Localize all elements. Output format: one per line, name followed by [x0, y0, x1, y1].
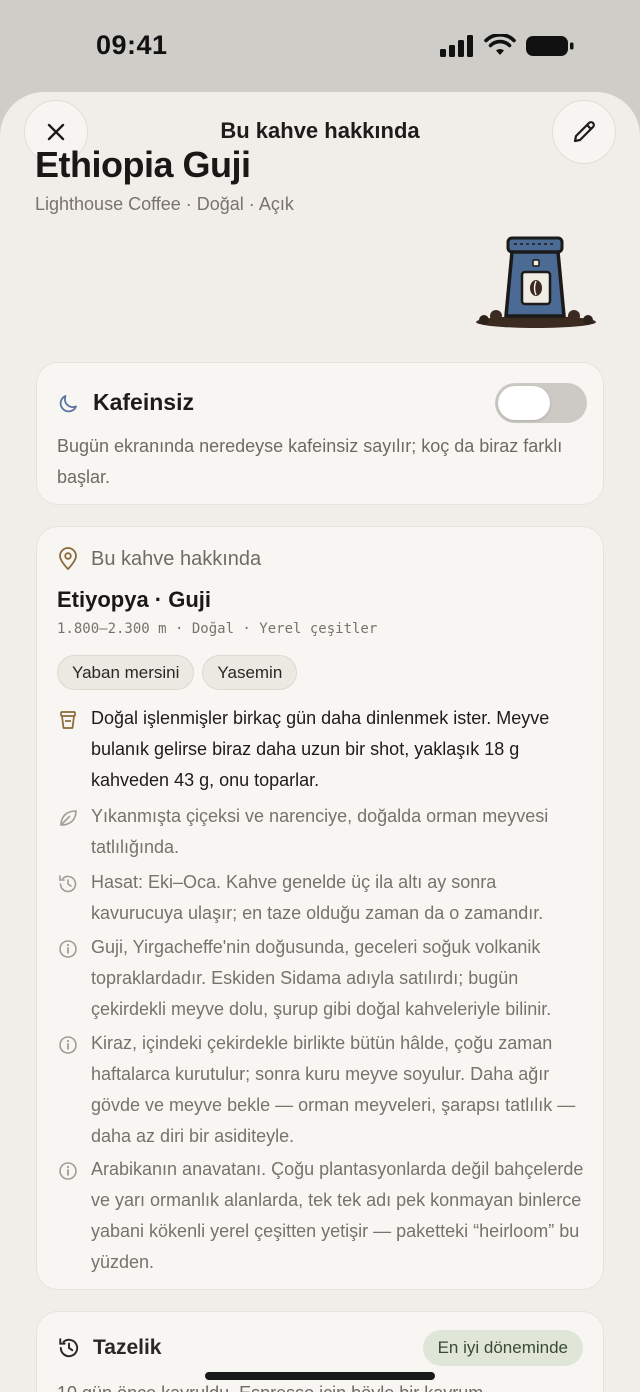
moon-icon	[59, 394, 77, 412]
leaf-icon	[60, 810, 77, 826]
sheet-title: Bu kahve hakkında	[220, 118, 420, 143]
decaf-title: Kafeinsiz	[93, 389, 194, 415]
pencil-icon	[573, 121, 595, 143]
note-text: Guji, Yirgacheffe'nin doğusunda, geceler…	[91, 937, 552, 1019]
coffee-bag-illustration	[476, 236, 596, 328]
decaf-toggle[interactable]	[495, 383, 587, 423]
info-icon	[59, 1036, 77, 1054]
coffee-name: Ethiopia Guji	[35, 144, 251, 185]
region-note: Guji, Yirgacheffe'nin doğusunda, geceler…	[57, 932, 592, 1025]
status-icons	[440, 34, 574, 58]
signal-icon	[440, 35, 473, 57]
natural-process-note: Kiraz, içindeki çekirdekle birlikte bütü…	[57, 1028, 592, 1152]
origin-details: 1.800–2.300 m · Doğal · Yerel çeşitler	[57, 621, 378, 637]
flavor-tag: Yaban mersini	[57, 655, 195, 690]
grinder-icon	[60, 711, 76, 729]
process-note: Yıkanmışta çiçeksi ve narenciye, doğalda…	[57, 801, 592, 863]
info-icon	[59, 940, 77, 958]
wifi-icon	[484, 34, 516, 55]
freshness-description: 10 gün önce kavruldu. Espresso için böyl…	[57, 1378, 577, 1392]
note-text: Kiraz, içindeki çekirdekle birlikte bütü…	[91, 1033, 576, 1146]
coffee-meta: Lighthouse Coffee · Doğal · Açık	[35, 194, 294, 214]
note-text: Arabikanın anavatanı. Çoğu plantasyonlar…	[91, 1159, 584, 1272]
edit-button[interactable]	[552, 100, 616, 164]
info-icon	[59, 1162, 77, 1180]
freshness-header: Tazelik	[57, 1336, 161, 1360]
freshness-badge: En iyi döneminde	[422, 1330, 583, 1366]
harvest-note: Hasat: Eki–Oca. Kahve genelde üç ila alt…	[57, 867, 592, 929]
decaf-card: Kafeinsiz Bugün ekranında neredeyse kafe…	[36, 362, 604, 505]
flavor-tag: Yasemin	[202, 655, 298, 690]
brew-tip-note: Doğal işlenmişler birkaç gün daha dinlen…	[57, 703, 592, 796]
location-pin-icon	[59, 547, 77, 571]
history-icon	[59, 875, 77, 893]
freshness-title: Tazelik	[93, 1336, 162, 1359]
about-card: Bu kahve hakkında Etiyopya · Guji 1.800–…	[36, 526, 604, 1290]
status-bar: 09:41	[0, 0, 640, 92]
origin-title: Etiyopya · Guji	[57, 587, 212, 612]
toggle-knob	[498, 386, 550, 420]
note-text: Yıkanmışta çiçeksi ve narenciye, doğalda…	[91, 806, 549, 857]
decaf-header: Kafeinsiz	[57, 389, 194, 416]
decaf-description: Bugün ekranında neredeyse kafeinsiz sayı…	[57, 436, 563, 487]
history-icon	[59, 1338, 79, 1358]
home-indicator	[205, 1372, 435, 1380]
note-text: Hasat: Eki–Oca. Kahve genelde üç ila alt…	[91, 872, 544, 923]
about-header: Bu kahve hakkında	[57, 547, 261, 571]
battery-icon	[526, 36, 574, 56]
flavor-tags: Yaban mersini Yasemin	[57, 655, 298, 690]
status-time: 09:41	[96, 30, 168, 60]
note-text: Doğal işlenmişler birkaç gün daha dinlen…	[91, 708, 550, 790]
variety-note: Arabikanın anavatanı. Çoğu plantasyonlar…	[57, 1154, 592, 1278]
about-label: Bu kahve hakkında	[91, 547, 262, 570]
